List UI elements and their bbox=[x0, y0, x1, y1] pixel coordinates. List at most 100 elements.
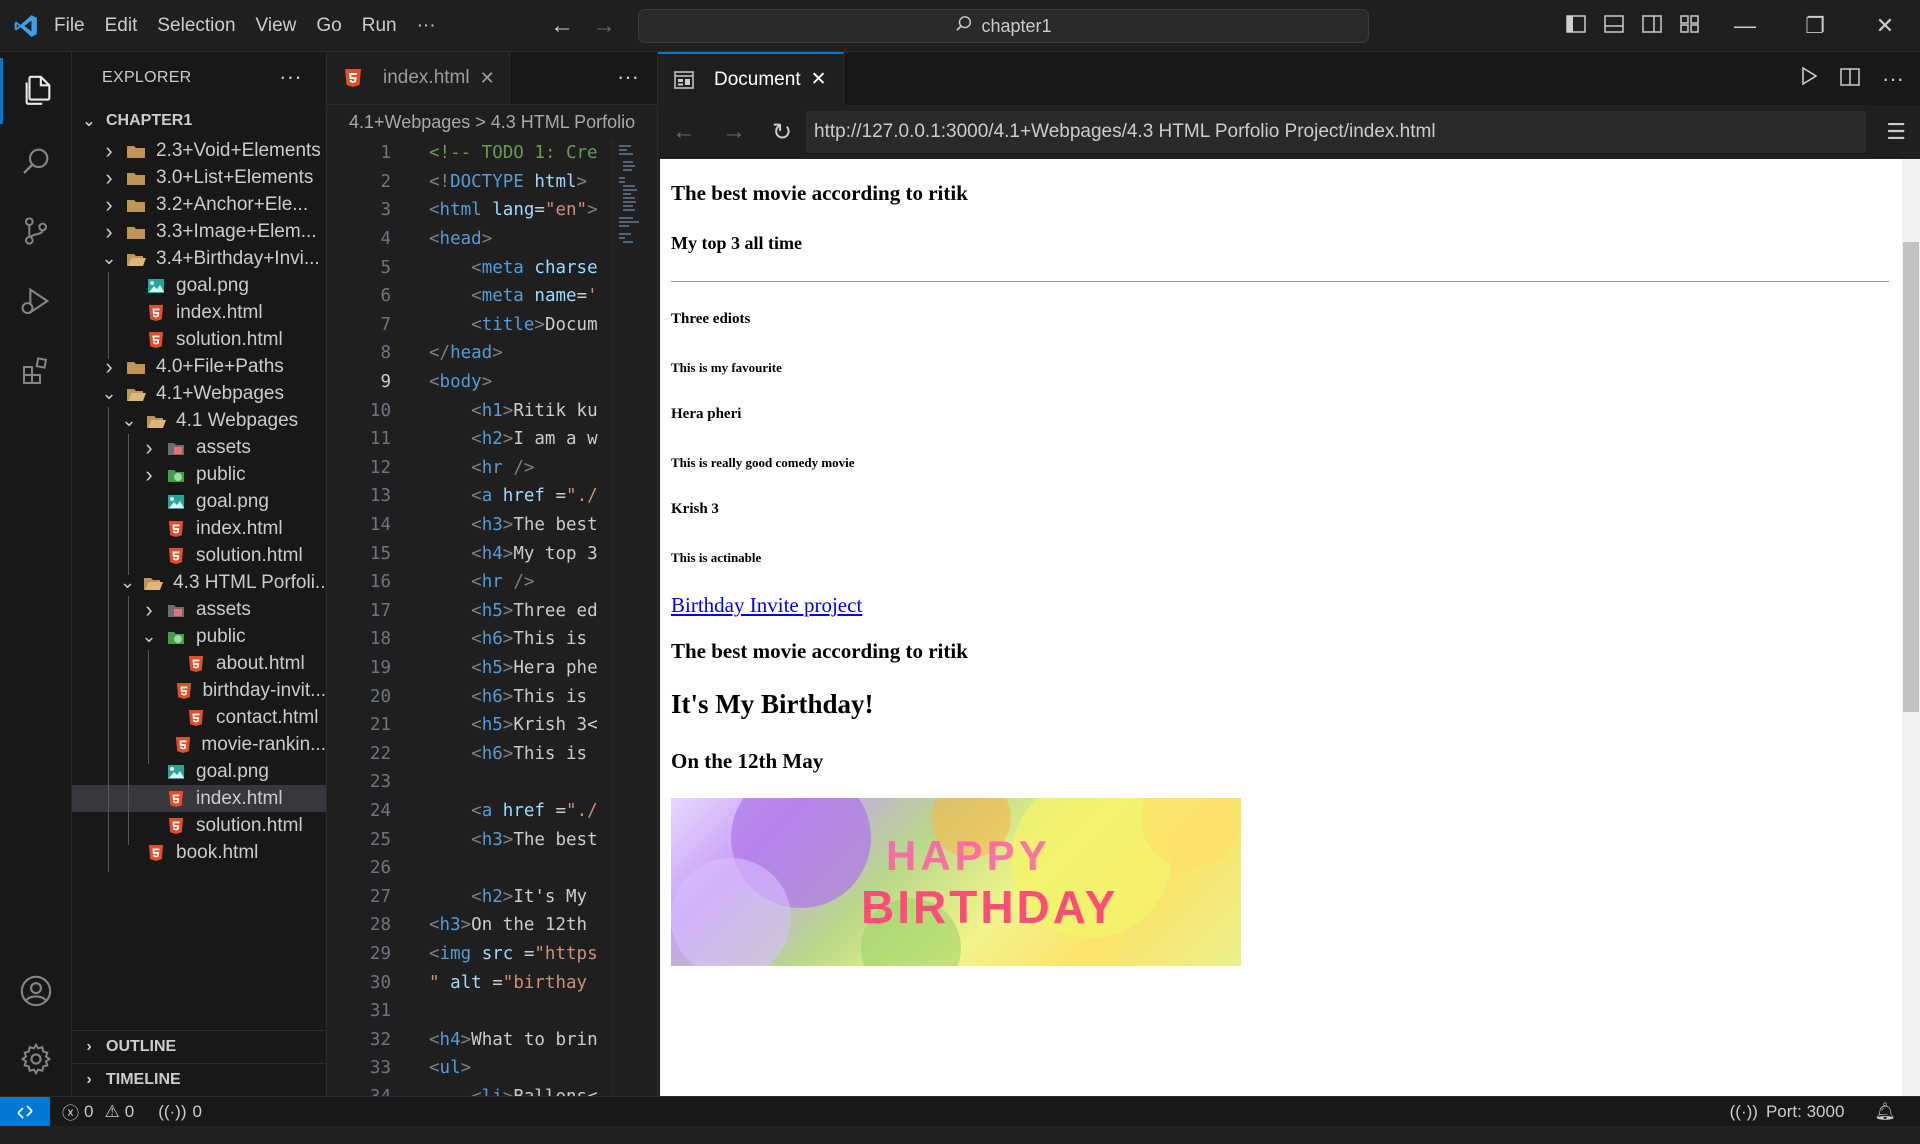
run-play-icon[interactable] bbox=[1800, 66, 1818, 92]
code-line[interactable]: 3 <html lang="en"> bbox=[327, 196, 657, 225]
settings-gear-icon[interactable] bbox=[0, 1026, 72, 1092]
tree-file[interactable]: contact.html bbox=[72, 704, 326, 737]
close-tab-icon[interactable]: ✕ bbox=[480, 68, 495, 89]
reload-icon[interactable]: ↻ bbox=[772, 118, 792, 147]
tree-folder[interactable]: › 4.0+File+Paths bbox=[72, 353, 326, 380]
code-line[interactable]: 17 <h5>Three ed bbox=[327, 597, 657, 626]
url-input[interactable]: http://127.0.0.1:3000/4.1+Webpages/4.3 H… bbox=[806, 111, 1866, 153]
tree-folder[interactable]: › assets bbox=[72, 596, 326, 629]
code-area[interactable]: 1 <!-- TODO 1: Cre 2 <!DOCTYPE html> 3 <html … bbox=[327, 139, 657, 1096]
tree-file[interactable]: birthday-invit... bbox=[72, 677, 326, 710]
code-line[interactable]: 14 <h3>The best bbox=[327, 511, 657, 540]
page-scrollbar-thumb[interactable] bbox=[1903, 242, 1919, 712]
tab-document[interactable]: Document ✕ bbox=[658, 52, 844, 105]
close-window-icon[interactable]: ✕ bbox=[1850, 0, 1920, 52]
tree-file[interactable]: about.html bbox=[72, 650, 326, 683]
tree-file[interactable]: goal.png bbox=[72, 272, 326, 305]
minimize-icon[interactable]: — bbox=[1710, 0, 1780, 52]
toggle-secondary-sidebar-icon[interactable] bbox=[1642, 14, 1662, 38]
code-line[interactable]: 27 <h2>It's My bbox=[327, 882, 657, 911]
explorer-more-icon[interactable]: ··· bbox=[279, 64, 302, 90]
menu-item[interactable]: Selection bbox=[147, 0, 245, 52]
notifications-bell-icon[interactable]: 🔔︎ bbox=[1874, 1102, 1896, 1122]
toggle-panel-icon[interactable] bbox=[1604, 14, 1624, 38]
tree-folder[interactable]: › public bbox=[72, 461, 326, 494]
remote-indicator-icon[interactable] bbox=[0, 1096, 50, 1127]
tree-file[interactable]: index.html bbox=[72, 785, 326, 818]
more-actions-icon[interactable]: ··· bbox=[1882, 66, 1904, 92]
tree-folder[interactable]: › 3.2+Anchor+Ele... bbox=[72, 191, 326, 218]
menu-item[interactable]: Edit bbox=[95, 0, 148, 52]
tree-file[interactable]: goal.png bbox=[72, 758, 326, 791]
live-server-port[interactable]: ((·)) Port: 3000 🔔︎ bbox=[1730, 1102, 1896, 1122]
tree-folder[interactable]: › 3.3+Image+Elem... bbox=[72, 218, 326, 245]
menu-item[interactable]: View bbox=[246, 0, 307, 52]
tree-folder[interactable]: ⌄ 4.1+Webpages bbox=[72, 380, 326, 407]
folder-root[interactable]: ⌄ CHAPTER1 bbox=[72, 104, 326, 137]
code-line[interactable]: 22 <h6>This is bbox=[327, 739, 657, 768]
split-editor-icon[interactable] bbox=[1840, 66, 1860, 92]
tree-folder[interactable]: ⌄ 4.3 HTML Porfoli... bbox=[72, 569, 326, 602]
outline-section[interactable]: › OUTLINE bbox=[72, 1030, 326, 1063]
editor-more-actions-icon[interactable]: ··· bbox=[617, 64, 639, 90]
tree-folder[interactable]: ⌄ 4.1 Webpages bbox=[72, 407, 326, 440]
back-arrow-icon[interactable]: ← bbox=[672, 118, 696, 147]
code-line[interactable]: 19 <h5>Hera phe bbox=[327, 654, 657, 683]
tree-folder[interactable]: › assets bbox=[72, 434, 326, 467]
forward-arrow-icon[interactable]: → bbox=[592, 12, 616, 40]
tree-file[interactable]: solution.html bbox=[72, 542, 326, 575]
forward-arrow-icon[interactable]: → bbox=[722, 118, 746, 147]
code-line[interactable]: 6 <meta name=' bbox=[327, 282, 657, 311]
customize-layout-icon[interactable] bbox=[1680, 14, 1700, 38]
birthday-invite-link[interactable]: Birthday Invite project bbox=[671, 593, 862, 618]
tree-folder[interactable]: › 2.3+Void+Elements bbox=[72, 137, 326, 164]
restore-icon[interactable]: ❐ bbox=[1780, 0, 1850, 52]
code-line[interactable]: 33 <ul> bbox=[327, 1054, 657, 1083]
code-line[interactable]: 30 " alt ="birthay bbox=[327, 968, 657, 997]
toggle-primary-sidebar-icon[interactable] bbox=[1566, 14, 1586, 38]
minimap[interactable] bbox=[615, 139, 657, 1096]
tree-folder[interactable]: › 3.0+List+Elements bbox=[72, 164, 326, 191]
tree-file[interactable]: index.html bbox=[72, 515, 326, 548]
ports-indicator[interactable]: ((·)) 0 bbox=[158, 1102, 202, 1122]
tree-file[interactable]: solution.html bbox=[72, 326, 326, 359]
code-line[interactable]: 26 bbox=[327, 854, 657, 883]
tree-file[interactable]: solution.html bbox=[72, 812, 326, 845]
tree-folder[interactable]: ⌄ 3.4+Birthday+Invi... bbox=[72, 245, 326, 272]
back-arrow-icon[interactable]: ← bbox=[550, 12, 574, 40]
breadcrumb[interactable]: 4.1+Webpages > 4.3 HTML Porfolio bbox=[327, 105, 657, 139]
tree-folder[interactable]: ⌄ public bbox=[72, 623, 326, 656]
accounts-icon[interactable] bbox=[0, 958, 72, 1024]
code-line[interactable]: 8 </head> bbox=[327, 339, 657, 368]
menu-item[interactable]: Go bbox=[306, 0, 351, 52]
menu-item[interactable]: Run bbox=[352, 0, 407, 52]
code-line[interactable]: 2 <!DOCTYPE html> bbox=[327, 168, 657, 197]
code-line[interactable]: 1 <!-- TODO 1: Cre bbox=[327, 139, 657, 168]
explorer-icon[interactable] bbox=[0, 58, 72, 124]
problems-indicator[interactable]: ⓧ 0 ⚠ 0 bbox=[62, 1099, 134, 1124]
hamburger-menu-icon[interactable]: ☰ bbox=[1886, 119, 1906, 145]
close-tab-icon[interactable]: ✕ bbox=[811, 68, 827, 91]
menu-item[interactable]: ··· bbox=[407, 0, 446, 52]
code-line[interactable]: 13 <a href ="./ bbox=[327, 482, 657, 511]
code-line[interactable]: 21 <h5>Krish 3< bbox=[327, 711, 657, 740]
code-line[interactable]: 24 <a href ="./ bbox=[327, 797, 657, 826]
code-line[interactable]: 34 <li>Ballons< bbox=[327, 1083, 657, 1096]
source-control-icon[interactable] bbox=[0, 198, 72, 264]
code-line[interactable]: 9 <body> bbox=[327, 368, 657, 397]
code-line[interactable]: 16 <hr /> bbox=[327, 568, 657, 597]
code-line[interactable]: 4 <head> bbox=[327, 225, 657, 254]
tree-file[interactable]: book.html bbox=[72, 839, 326, 872]
code-line[interactable]: 12 <hr /> bbox=[327, 454, 657, 483]
search-view-icon[interactable] bbox=[0, 128, 72, 194]
code-line[interactable]: 15 <h4>My top 3 bbox=[327, 539, 657, 568]
code-line[interactable]: 31 bbox=[327, 997, 657, 1026]
code-line[interactable]: 11 <h2>I am a w bbox=[327, 425, 657, 454]
code-line[interactable]: 10 <h1>Ritik ku bbox=[327, 396, 657, 425]
code-line[interactable]: 28 <h3>On the 12th bbox=[327, 911, 657, 940]
code-line[interactable]: 32 <h4>What to brin bbox=[327, 1025, 657, 1054]
menu-item[interactable]: File bbox=[52, 0, 95, 52]
command-center-search[interactable]: chapter1 bbox=[638, 9, 1369, 43]
timeline-section[interactable]: › TIMELINE bbox=[72, 1063, 326, 1096]
run-debug-icon[interactable] bbox=[0, 268, 72, 334]
